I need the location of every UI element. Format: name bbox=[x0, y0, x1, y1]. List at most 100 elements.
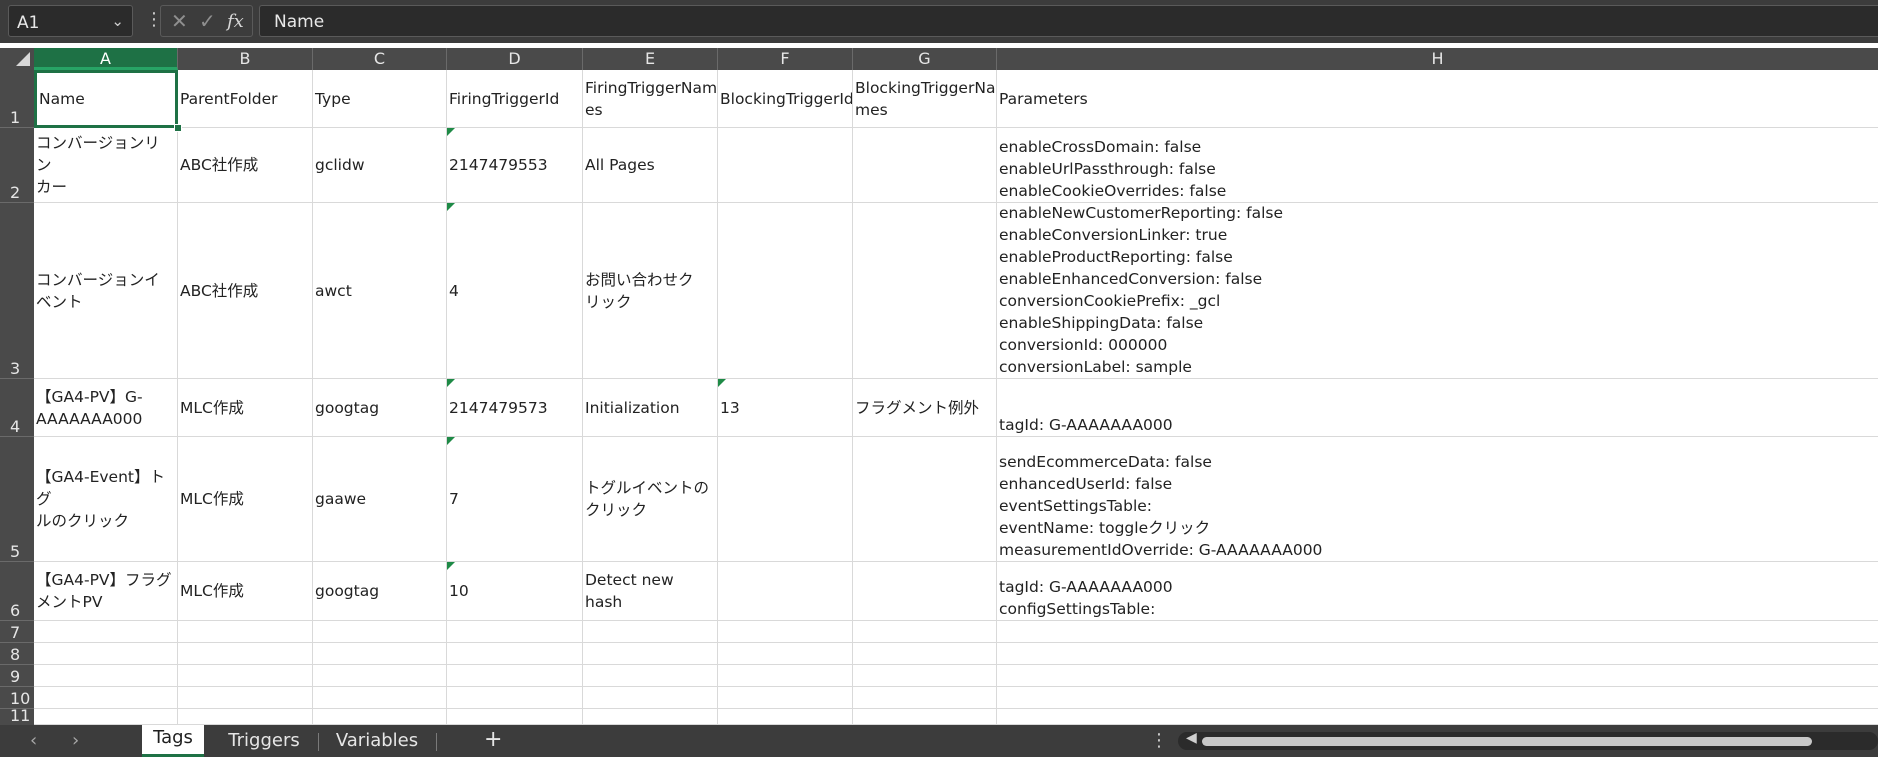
cell-d6[interactable]: 10 bbox=[447, 562, 583, 621]
column-header-c[interactable]: C bbox=[313, 48, 447, 70]
cell-h7[interactable] bbox=[997, 621, 1878, 643]
cell-c7[interactable] bbox=[313, 621, 447, 643]
cell-a11[interactable] bbox=[34, 709, 178, 725]
cell-b3[interactable]: ABC社作成 bbox=[178, 203, 313, 379]
cancel-icon[interactable]: ✕ bbox=[171, 9, 188, 33]
cell-c1[interactable]: Type bbox=[313, 70, 447, 128]
scroll-left-icon[interactable]: ◀ bbox=[1186, 730, 1197, 746]
cell-e5[interactable]: トグルイベントの クリック bbox=[583, 437, 718, 562]
sheet-tab-variables[interactable]: Variables bbox=[322, 725, 432, 757]
select-all-icon[interactable] bbox=[0, 48, 34, 70]
cell-a2[interactable]: コンバージョンリン カー bbox=[34, 128, 178, 203]
cell-c4[interactable]: googtag bbox=[313, 379, 447, 437]
cell-f4[interactable]: 13 bbox=[718, 379, 853, 437]
column-header-d[interactable]: D bbox=[447, 48, 583, 70]
cell-b7[interactable] bbox=[178, 621, 313, 643]
cell-b9[interactable] bbox=[178, 665, 313, 687]
cell-b11[interactable] bbox=[178, 709, 313, 725]
row-header-8[interactable]: 8 bbox=[0, 643, 34, 665]
cell-g10[interactable] bbox=[853, 687, 997, 709]
row-header-9[interactable]: 9 bbox=[0, 665, 34, 687]
cell-g2[interactable] bbox=[853, 128, 997, 203]
prev-sheet-icon[interactable]: ‹ bbox=[30, 730, 37, 751]
cell-h10[interactable] bbox=[997, 687, 1878, 709]
sheet-tab-tags[interactable]: Tags bbox=[142, 725, 204, 757]
cell-e7[interactable] bbox=[583, 621, 718, 643]
cell-h4[interactable]: tagId: G-AAAAAAA000 bbox=[997, 379, 1878, 437]
cell-f6[interactable] bbox=[718, 562, 853, 621]
cell-f2[interactable] bbox=[718, 128, 853, 203]
cell-a9[interactable] bbox=[34, 665, 178, 687]
cell-d10[interactable] bbox=[447, 687, 583, 709]
column-header-g[interactable]: G bbox=[853, 48, 997, 70]
row-header-1[interactable]: 1 bbox=[0, 70, 34, 128]
add-sheet-button[interactable]: + bbox=[484, 727, 502, 752]
cell-e10[interactable] bbox=[583, 687, 718, 709]
insert-function-icon[interactable]: fx bbox=[227, 11, 244, 32]
scrollbar-thumb[interactable] bbox=[1202, 737, 1812, 746]
cell-b6[interactable]: MLC作成 bbox=[178, 562, 313, 621]
cell-b1[interactable]: ParentFolder bbox=[178, 70, 313, 128]
cell-g1[interactable]: BlockingTriggerNa mes bbox=[853, 70, 997, 128]
cell-a7[interactable] bbox=[34, 621, 178, 643]
cell-c5[interactable]: gaawe bbox=[313, 437, 447, 562]
cell-a4[interactable]: 【GA4-PV】G- AAAAAAA000 bbox=[34, 379, 178, 437]
column-header-a[interactable]: A bbox=[34, 48, 178, 70]
cell-e4[interactable]: Initialization bbox=[583, 379, 718, 437]
formula-input[interactable]: Name bbox=[259, 5, 1878, 37]
cell-h9[interactable] bbox=[997, 665, 1878, 687]
cell-f9[interactable] bbox=[718, 665, 853, 687]
cell-e6[interactable]: Detect new hash bbox=[583, 562, 718, 621]
cell-b5[interactable]: MLC作成 bbox=[178, 437, 313, 562]
cell-e11[interactable] bbox=[583, 709, 718, 725]
cell-a5[interactable]: 【GA4-Event】トグ ルのクリック bbox=[34, 437, 178, 562]
cell-f1[interactable]: BlockingTriggerId bbox=[718, 70, 853, 128]
cell-f10[interactable] bbox=[718, 687, 853, 709]
row-header-5[interactable]: 5 bbox=[0, 437, 34, 562]
cell-f3[interactable] bbox=[718, 203, 853, 379]
row-header-4[interactable]: 4 bbox=[0, 379, 34, 437]
name-box[interactable]: A1 ⌄ bbox=[8, 5, 133, 37]
cell-e1[interactable]: FiringTriggerNam es bbox=[583, 70, 718, 128]
cell-a10[interactable] bbox=[34, 687, 178, 709]
row-header-3[interactable]: 3 bbox=[0, 203, 34, 379]
cell-g5[interactable] bbox=[853, 437, 997, 562]
cell-f5[interactable] bbox=[718, 437, 853, 562]
column-header-h[interactable]: H bbox=[997, 48, 1878, 70]
column-header-f[interactable]: F bbox=[718, 48, 853, 70]
cell-e9[interactable] bbox=[583, 665, 718, 687]
fill-handle[interactable] bbox=[174, 124, 182, 132]
cell-h6[interactable]: tagId: G-AAAAAAA000 configSettingsTable: bbox=[997, 562, 1878, 621]
cell-h3[interactable]: enableNewCustomerReporting: false enable… bbox=[997, 203, 1878, 379]
cell-d11[interactable] bbox=[447, 709, 583, 725]
enter-icon[interactable]: ✓ bbox=[199, 9, 216, 33]
cell-b10[interactable] bbox=[178, 687, 313, 709]
cell-f11[interactable] bbox=[718, 709, 853, 725]
cell-c2[interactable]: gclidw bbox=[313, 128, 447, 203]
cell-c6[interactable]: googtag bbox=[313, 562, 447, 621]
cell-g8[interactable] bbox=[853, 643, 997, 665]
cell-h1[interactable]: Parameters bbox=[997, 70, 1878, 128]
cell-c9[interactable] bbox=[313, 665, 447, 687]
cell-d1[interactable]: FiringTriggerId bbox=[447, 70, 583, 128]
cell-h5[interactable]: sendEcommerceData: false enhancedUserId:… bbox=[997, 437, 1878, 562]
column-header-b[interactable]: B bbox=[178, 48, 313, 70]
chevron-down-icon[interactable]: ⌄ bbox=[111, 12, 124, 30]
cell-h8[interactable] bbox=[997, 643, 1878, 665]
cell-c3[interactable]: awct bbox=[313, 203, 447, 379]
cell-a3[interactable]: コンバージョンイ ベント bbox=[34, 203, 178, 379]
cell-g11[interactable] bbox=[853, 709, 997, 725]
cell-h2[interactable]: enableCrossDomain: false enableUrlPassth… bbox=[997, 128, 1878, 203]
sheet-tab-triggers[interactable]: Triggers bbox=[214, 725, 314, 757]
cell-d3[interactable]: 4 bbox=[447, 203, 583, 379]
row-header-2[interactable]: 2 bbox=[0, 128, 34, 203]
cell-g6[interactable] bbox=[853, 562, 997, 621]
row-header-6[interactable]: 6 bbox=[0, 562, 34, 621]
cell-c8[interactable] bbox=[313, 643, 447, 665]
cell-d2[interactable]: 2147479553 bbox=[447, 128, 583, 203]
cell-d9[interactable] bbox=[447, 665, 583, 687]
cell-g4[interactable]: フラグメント例外 bbox=[853, 379, 997, 437]
cell-d4[interactable]: 2147479573 bbox=[447, 379, 583, 437]
cell-g7[interactable] bbox=[853, 621, 997, 643]
cell-f8[interactable] bbox=[718, 643, 853, 665]
